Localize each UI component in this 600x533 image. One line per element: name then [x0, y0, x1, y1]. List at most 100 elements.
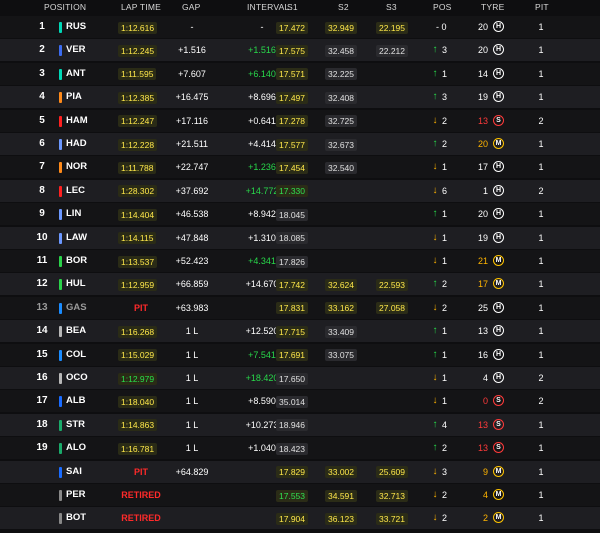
table-row[interactable]: 8 LEC 1:28.302 +37.692 +14.772 17.330 ↓ 6 1 H 2: [0, 179, 600, 202]
lap-time-value: 1:12.979: [118, 372, 158, 385]
pit-count: 1: [538, 326, 544, 337]
sector-s3-value: 32.713: [376, 489, 408, 502]
sector-s1: 17.904: [270, 507, 314, 529]
sector-s2-value: 33.002: [325, 466, 357, 479]
sector-s2: 33.002: [320, 461, 362, 483]
tyre-laps: 21: [477, 256, 488, 266]
sector-s1-value: 35.014: [276, 396, 308, 409]
table-row[interactable]: 1 RUS 1:12.616- -17.472 32.949 22.195- 0 20 H 1: [0, 16, 600, 38]
sector-s3: 22.195: [371, 16, 413, 38]
lap-time-value: 1:18.040: [118, 396, 158, 409]
tyre-compound-icon: H: [493, 184, 504, 196]
sector-s2: [320, 390, 362, 412]
table-row[interactable]: 16 OCO 1:12.979 1 L +18.420 17.650 ↓ 1 4 H 2: [0, 367, 600, 389]
table-row[interactable]: 5 HAM 1:12.247 +17.116 +0.641 17.278 32.725 ↓ 2 1…: [0, 109, 600, 132]
sector-s3: [371, 320, 413, 342]
tyre-compound-icon: M: [493, 512, 504, 524]
driver-code: HAM: [66, 114, 88, 126]
table-row[interactable]: 18 STR 1:14.863 1 L +10.273 18.946 ↑ 4 13 S 1: [0, 413, 600, 436]
position-down-icon: ↓: [432, 231, 438, 243]
table-row[interactable]: 4 PIA 1:12.385 +16.475 +8.696 17.497 32.408 ↑ 3 1…: [0, 86, 600, 109]
team-color-bar: [59, 302, 62, 314]
position-change: 3: [442, 92, 448, 103]
sector-s2: 33.075: [320, 344, 362, 366]
table-row[interactable]: 3 ANT 1:11.595 +7.607 +6.140 17.571 32.225 ↑ 1 14…: [0, 62, 600, 85]
position-number: [32, 484, 52, 506]
sector-s2-value: 34.591: [325, 489, 357, 502]
lap-time-value: 1:14.404: [118, 208, 158, 221]
lap-time: 1:14.115: [118, 227, 157, 249]
team-color-bar: [59, 279, 62, 291]
gap-value: +64.829: [175, 466, 209, 477]
position-number: 16: [36, 372, 48, 383]
table-row[interactable]: SAI PIT +64.829 17.829 33.002 25.609 ↓ 3 9 M 1: [0, 460, 600, 483]
table-row[interactable]: 14 BEA 1:16.268 1 L +12.520 17.715 33.409 ↑ 1 13 H…: [0, 320, 600, 343]
driver-code: PIA: [66, 91, 82, 103]
gap-value: +16.475: [175, 92, 209, 103]
team-color-bar: [59, 256, 62, 267]
gap-value: +63.983: [175, 302, 209, 313]
tyre-laps: 0: [482, 396, 488, 407]
header-gap: GAP: [182, 2, 201, 12]
sector-s2: 36.123: [320, 507, 362, 529]
pit-count: 1: [538, 443, 544, 454]
sector-s2-value: 33.409: [325, 325, 357, 338]
tyre-laps: 19: [477, 92, 488, 103]
table-row[interactable]: 15 COL 1:15.029 1 L +7.541 17.691 33.075 ↑ 1 16 H 1: [0, 343, 600, 366]
sector-s2-value: 36.123: [325, 513, 357, 526]
sector-s2: 33.409: [320, 320, 362, 342]
table-row[interactable]: 6 HAD 1:12.228 +21.511 +4.414 17.577 32.673 ↑ 2 2…: [0, 133, 600, 155]
team-color-bar: [59, 419, 62, 431]
table-row[interactable]: 9 LIN 1:14.404 +46.538 +8.942 18.045 ↑ 1 20 H 1: [0, 203, 600, 226]
table-row[interactable]: BOT RETIRED 17.904 36.123 33.721 ↓ 2 2 M 1: [0, 507, 600, 530]
position-change: 1: [442, 232, 448, 243]
sector-s1-value: 17.472: [276, 21, 308, 34]
lap-time: 1:11.788: [118, 156, 157, 178]
table-row[interactable]: 12 HUL 1:12.959 +66.859 +14.670 17.742 32.624 2…: [0, 273, 600, 296]
sector-s3: 22.212: [371, 39, 413, 61]
sector-s1: 17.472: [270, 16, 314, 38]
driver-code: OCO: [66, 372, 88, 383]
tyre-laps: 4: [482, 490, 488, 500]
sector-s2: [320, 414, 362, 436]
lap-time-value: 1:14.863: [118, 419, 158, 432]
position-down-icon: ↓: [432, 465, 438, 477]
header-tyre: TYRE: [481, 2, 505, 12]
sector-s3-value: 27.058: [376, 302, 408, 315]
gap-value: +37.692: [175, 185, 209, 196]
table-row[interactable]: 19 ALO 1:16.781 1 L +1.040 18.423 ↑ 2 13 S 1: [0, 437, 600, 460]
team-color-bar: [59, 45, 62, 57]
gap-value: +66.859: [175, 279, 209, 290]
table-row[interactable]: 11 BOR 1:13.537 +52.423 +4.341 17.826 ↓ 1 21 M 1: [0, 250, 600, 272]
lap-time: 1:16.268: [118, 320, 158, 342]
tyre-laps: 13: [477, 115, 488, 126]
table-row[interactable]: PER RETIRED 17.553 34.591 32.713 ↓ 2 4 M 1: [0, 484, 600, 506]
lap-time: 1:15.029: [118, 344, 158, 366]
sector-s2-value: 32.408: [325, 91, 357, 104]
table-row[interactable]: 17 ALB 1:18.040 1 L +8.590 35.014 ↓ 1 0 S 2: [0, 390, 600, 413]
sector-s1-value: 17.577: [276, 138, 308, 151]
table-row[interactable]: 13 GAS PIT +63.983 17.831 33.162 27.058 ↓ 2 25 H 1: [0, 296, 600, 319]
sector-s3: 27.058: [371, 297, 413, 319]
position-number: 13: [36, 301, 48, 313]
tyre-laps: 17: [477, 162, 488, 173]
sector-s2-value: 32.225: [325, 68, 357, 81]
team-color-bar: [59, 115, 62, 127]
table-row[interactable]: 2 VER 1:12.245 +1.516 +1.516 17.575 32.458 22.2…: [0, 39, 600, 62]
table-row[interactable]: 10 LAW 1:14.115 +47.848 +1.310 18.085 ↓ 1 19 H 1: [0, 226, 600, 249]
sector-s2: 33.162: [320, 297, 362, 319]
sector-s1: 17.742: [270, 273, 314, 295]
driver-code: ALO: [66, 442, 87, 454]
tyre-compound-icon: H: [493, 372, 504, 383]
header-position: POSITION: [44, 2, 87, 12]
gap-value: 1 L: [185, 326, 199, 337]
driver-code: BOT: [66, 512, 87, 524]
driver-code: COL: [66, 348, 87, 360]
team-color-bar: [59, 326, 62, 338]
sector-s3: 33.721: [371, 507, 413, 529]
sector-s2: 32.540: [320, 156, 362, 178]
lap-time-value: 1:12.959: [118, 279, 158, 292]
table-row[interactable]: 7 NOR 1:11.788 +22.747 +1.236 17.454 32.540 ↓ 1 1…: [0, 156, 600, 179]
pit-count: 1: [538, 302, 544, 313]
lap-time: 1:13.537: [118, 250, 158, 272]
